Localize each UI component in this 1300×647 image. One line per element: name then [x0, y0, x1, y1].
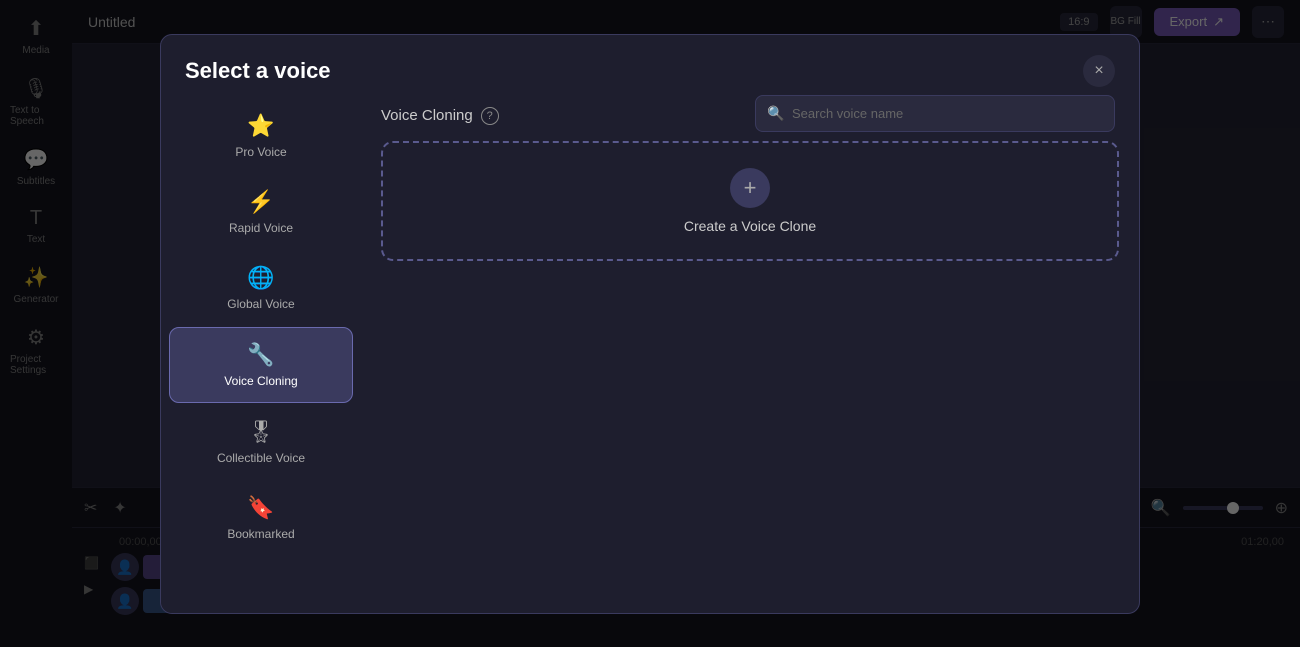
global-voice-label: Global Voice — [227, 297, 294, 311]
create-clone-label: Create a Voice Clone — [684, 218, 816, 234]
pro-voice-label: Pro Voice — [235, 145, 286, 159]
voice-section-title-text: Voice Cloning — [381, 107, 473, 124]
help-icon-label: ? — [487, 110, 493, 122]
voice-cat-pro-voice[interactable]: ⭐ Pro Voice — [169, 99, 353, 173]
collectible-voice-icon: 🎖 — [247, 419, 275, 445]
bookmarked-label: Bookmarked — [227, 527, 294, 541]
voice-content-area: Voice Cloning ? + Create a Voice Clone — [361, 87, 1139, 613]
modal-close-button[interactable]: × — [1083, 55, 1115, 87]
help-icon[interactable]: ? — [481, 107, 499, 125]
voice-cat-collectible-voice[interactable]: 🎖 Collectible Voice — [169, 405, 353, 479]
close-icon: × — [1094, 62, 1103, 80]
global-voice-icon: 🌐 — [247, 265, 274, 291]
rapid-voice-icon: ⚡ — [247, 189, 274, 215]
voice-cat-rapid-voice[interactable]: ⚡ Rapid Voice — [169, 175, 353, 249]
voice-category-sidebar: ⭐ Pro Voice ⚡ Rapid Voice 🌐 Global Voice… — [161, 87, 361, 613]
plus-icon: + — [730, 168, 770, 208]
rapid-voice-label: Rapid Voice — [229, 221, 293, 235]
modal-header: Select a voice × — [161, 35, 1139, 87]
voice-cat-voice-cloning[interactable]: 🔧 Voice Cloning — [169, 327, 353, 403]
search-bar-container: 🔍 — [755, 95, 1115, 132]
select-voice-modal: Select a voice × 🔍 ⭐ Pro Voice ⚡ — [160, 34, 1140, 614]
modal-title: Select a voice — [185, 58, 331, 84]
voice-cloning-label: Voice Cloning — [224, 374, 297, 388]
search-voice-input[interactable] — [755, 95, 1115, 132]
search-wrap: 🔍 — [755, 95, 1115, 132]
pro-voice-icon: ⭐ — [247, 113, 274, 139]
voice-cat-bookmarked[interactable]: 🔖 Bookmarked — [169, 481, 353, 555]
create-voice-clone-card[interactable]: + Create a Voice Clone — [381, 141, 1119, 261]
collectible-voice-label: Collectible Voice — [217, 451, 305, 465]
voice-cat-global-voice[interactable]: 🌐 Global Voice — [169, 251, 353, 325]
voice-cloning-icon: 🔧 — [247, 342, 274, 368]
modal-overlay: Select a voice × 🔍 ⭐ Pro Voice ⚡ — [0, 0, 1300, 647]
search-icon: 🔍 — [767, 105, 784, 122]
modal-body: ⭐ Pro Voice ⚡ Rapid Voice 🌐 Global Voice… — [161, 87, 1139, 613]
bookmarked-icon: 🔖 — [247, 495, 274, 521]
